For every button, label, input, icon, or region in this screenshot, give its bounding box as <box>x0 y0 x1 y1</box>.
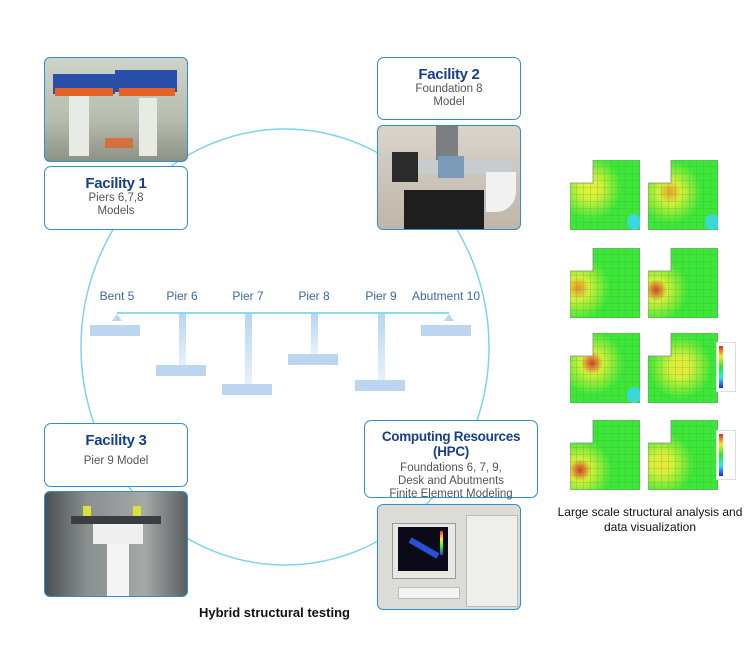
bridge-label-pier-9: Pier 9 <box>365 289 397 303</box>
contour-plot <box>569 159 641 231</box>
facility-2-line-2: Model <box>433 96 465 108</box>
facility-2-box: Facility 2 Foundation 8 Model <box>377 57 521 120</box>
abutment-support-triangle <box>444 314 454 321</box>
bridge-label-pier-8: Pier 8 <box>298 289 330 303</box>
bent-support-triangle <box>112 314 122 321</box>
pier-8-column <box>311 314 318 354</box>
contour-plot <box>647 419 719 491</box>
contour-plot <box>647 159 719 231</box>
pier-9-footing <box>355 380 405 391</box>
analysis-caption: Large scale structural analysis and data… <box>548 505 752 535</box>
pier-7-footing <box>222 384 272 395</box>
facility-2-title: Facility 2 <box>418 66 480 83</box>
facility-3-title: Facility 3 <box>85 432 147 449</box>
facility-2-photo <box>377 125 521 230</box>
pier-6-footing <box>156 365 206 376</box>
hpc-line-2: Desk and Abutments <box>397 475 505 487</box>
bridge-label-bent-5: Bent 5 <box>99 289 135 303</box>
contour-plot <box>647 247 719 319</box>
analysis-caption-line-2: data visualization <box>603 520 697 534</box>
pier-9-column <box>378 314 385 380</box>
bent-5-footing <box>90 325 140 336</box>
contour-plot <box>647 332 719 404</box>
facility-1-title: Facility 1 <box>85 175 147 192</box>
hpc-line-1: Foundations 6, 7, 9, <box>400 462 502 474</box>
facility-3-photo <box>44 491 188 597</box>
hybrid-testing-caption: Hybrid structural testing <box>199 605 350 620</box>
analysis-caption-line-1: Large scale structural analysis and <box>557 505 743 519</box>
facility-3-line-1: Pier 9 Model <box>83 455 149 467</box>
hpc-title: Computing Resources (HPC) <box>381 429 521 459</box>
hpc-box: Computing Resources (HPC) Foundations 6,… <box>364 420 538 500</box>
contour-plot <box>569 332 641 404</box>
color-scale-legend-2 <box>716 430 736 480</box>
color-scale-legend-1 <box>716 342 736 392</box>
facility-2-line-1: Foundation 8 <box>415 83 483 95</box>
hpc-photo <box>377 504 521 610</box>
facility-1-box: Facility 1 Piers 6,7,8 Models <box>44 166 188 230</box>
bridge-label-abutment-10: Abutment 10 <box>411 289 481 303</box>
hpc-line-3: Finite Element Modeling <box>389 488 513 500</box>
bridge-label-pier-6: Pier 6 <box>166 289 198 303</box>
pier-6-column <box>179 314 186 365</box>
abutment-10-footing <box>421 325 471 336</box>
facility-3-box: Facility 3 Pier 9 Model <box>44 423 188 487</box>
facility-1-line-2: Models <box>97 205 135 217</box>
pier-8-footing <box>288 354 338 365</box>
pier-7-column <box>245 314 252 384</box>
facility-1-line-1: Piers 6,7,8 <box>88 192 144 204</box>
facility-1-photo <box>44 57 188 162</box>
contour-plot <box>569 419 641 491</box>
contour-plot <box>569 247 641 319</box>
bridge-label-pier-7: Pier 7 <box>232 289 264 303</box>
